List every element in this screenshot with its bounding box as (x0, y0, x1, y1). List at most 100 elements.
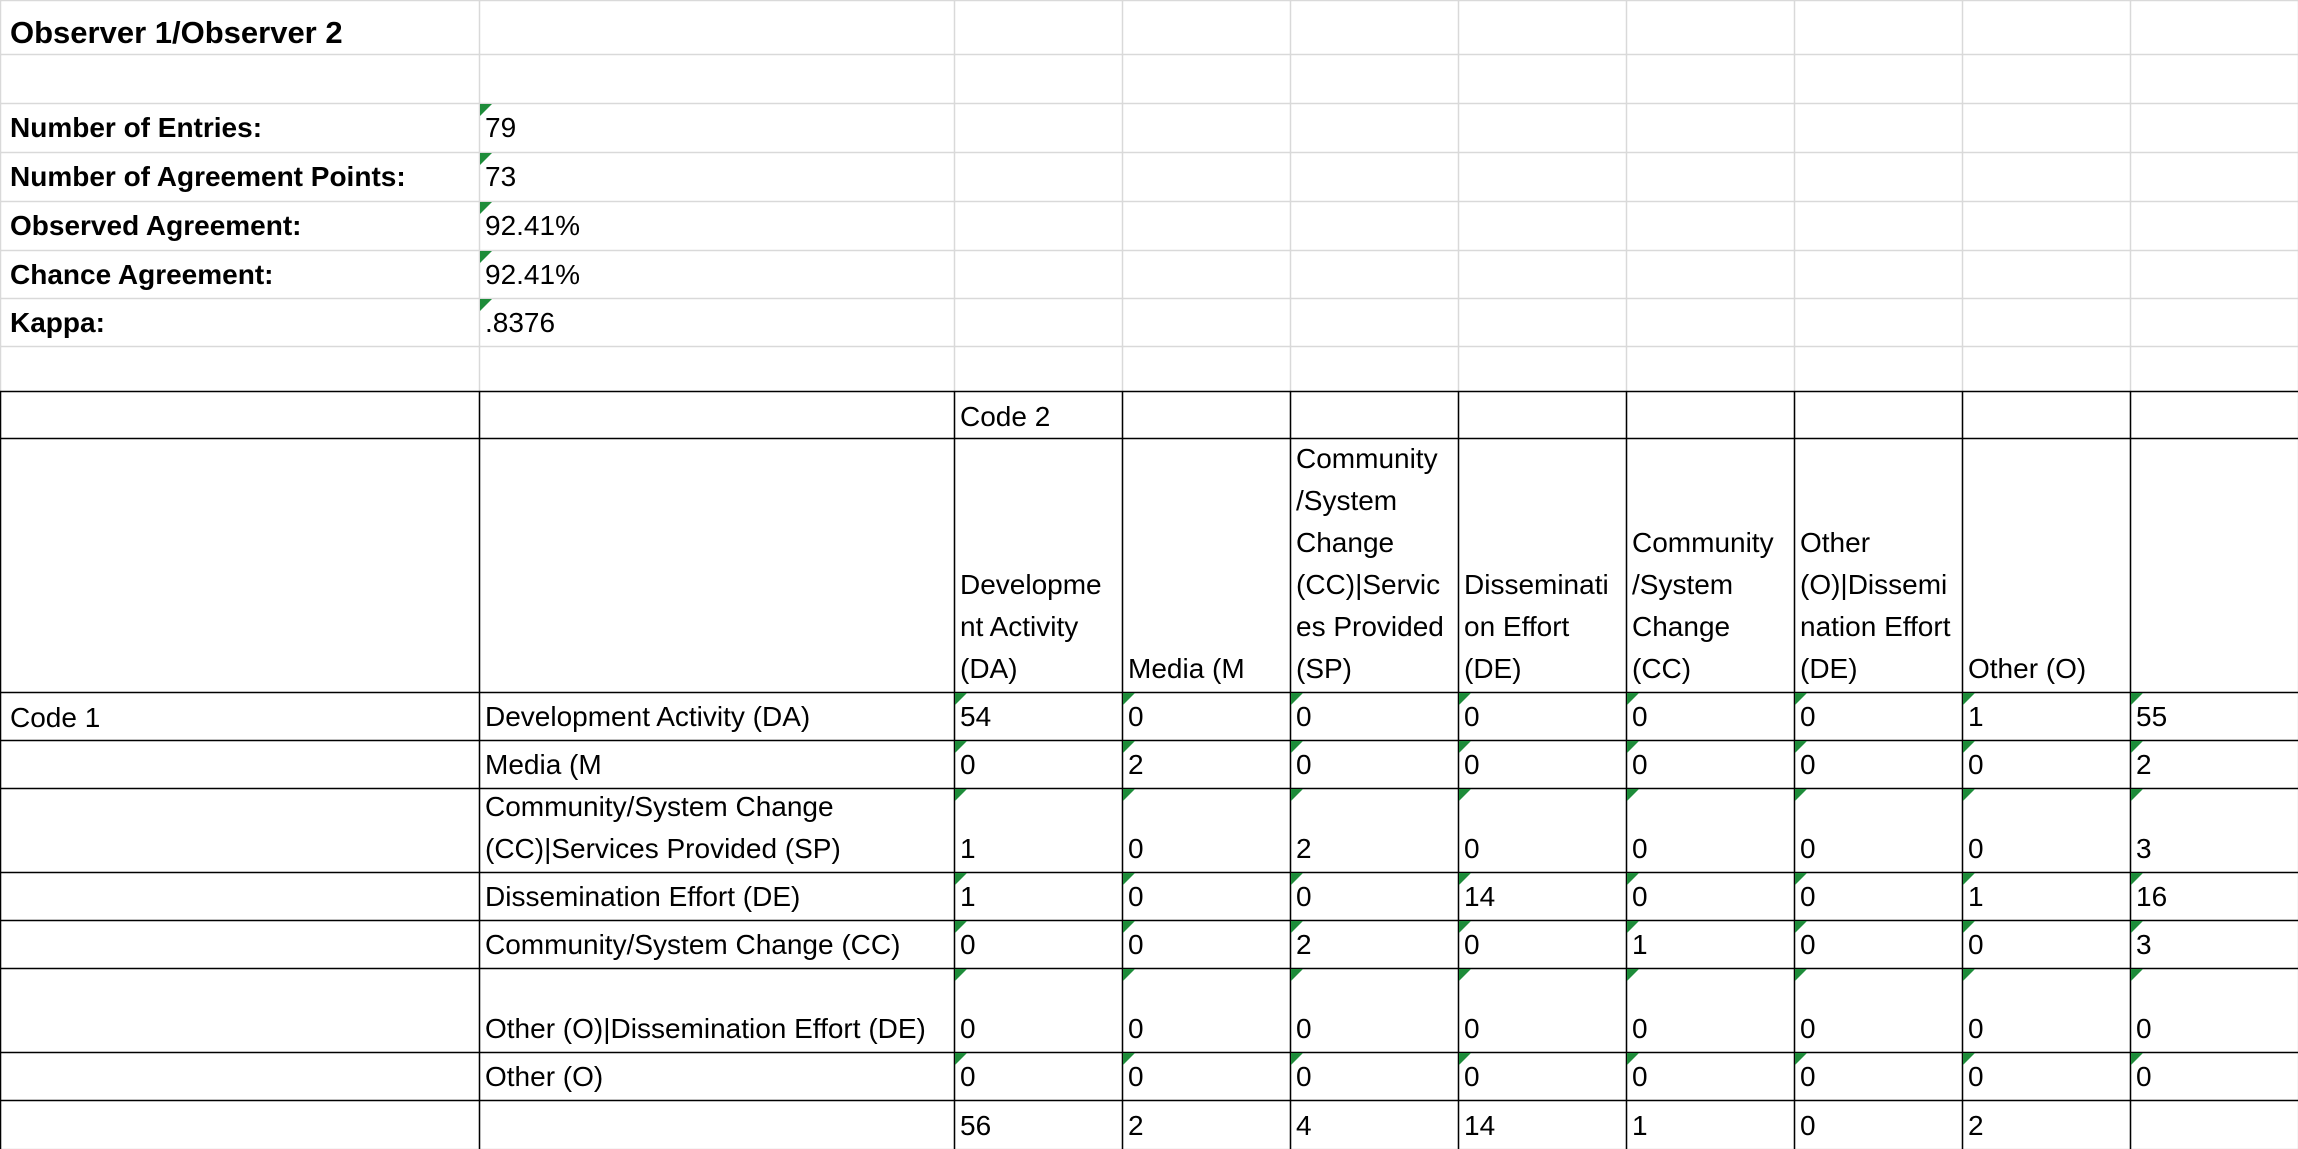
matrix-cell[interactable]: 0 (1626, 740, 1794, 788)
matrix-cell[interactable]: 3 (2130, 788, 2298, 872)
column-header[interactable] (2130, 438, 2298, 692)
row-header[interactable]: Media (M (479, 740, 949, 788)
row-header-label[interactable]: Code 1 (4, 697, 474, 739)
matrix-cell[interactable]: 1 (1962, 872, 2130, 920)
row-header[interactable]: Other (O) (479, 1052, 949, 1100)
matrix-cell[interactable]: 0 (1794, 872, 1962, 920)
matrix-cell[interactable]: 1 (954, 788, 1122, 872)
matrix-cell[interactable]: 14 (1458, 872, 1626, 920)
matrix-cell[interactable]: 0 (1626, 1052, 1794, 1100)
matrix-cell[interactable]: 0 (1290, 740, 1458, 788)
error-indicator-icon (1963, 873, 1975, 885)
row-header[interactable]: Dissemination Effort (DE) (479, 872, 949, 920)
row-header[interactable]: Development Activity (DA) (479, 692, 949, 740)
matrix-cell[interactable]: 0 (2130, 1052, 2298, 1100)
summary-label[interactable]: Number of Agreement Points: (4, 156, 474, 198)
summary-value[interactable]: .8376 (479, 302, 949, 344)
matrix-cell[interactable]: 0 (1794, 1052, 1962, 1100)
matrix-cell[interactable]: 55 (2130, 692, 2298, 740)
summary-value[interactable]: 73 (479, 156, 949, 198)
matrix-cell[interactable]: 16 (2130, 872, 2298, 920)
total-cell[interactable]: 2 (1962, 1100, 2130, 1149)
column-header[interactable]: Community /System Change (CC)|Servic es … (1290, 438, 1458, 692)
matrix-cell[interactable]: 0 (954, 740, 1122, 788)
matrix-cell[interactable]: 0 (1290, 692, 1458, 740)
matrix-cell[interactable]: 0 (1794, 740, 1962, 788)
error-indicator-icon (1123, 873, 1135, 885)
matrix-cell[interactable]: 0 (1290, 872, 1458, 920)
matrix-cell[interactable]: 0 (954, 920, 1122, 968)
matrix-cell[interactable]: 0 (1962, 968, 2130, 1052)
matrix-cell[interactable]: 0 (1122, 788, 1290, 872)
matrix-cell[interactable]: 0 (1962, 788, 2130, 872)
column-header[interactable]: Developme nt Activity (DA) (954, 438, 1122, 692)
matrix-cell[interactable]: 0 (1794, 692, 1962, 740)
matrix-cell[interactable]: 0 (1122, 920, 1290, 968)
matrix-cell[interactable]: 0 (1458, 740, 1626, 788)
summary-label[interactable]: Number of Entries: (4, 107, 474, 149)
error-indicator-icon (955, 1053, 967, 1065)
matrix-cell[interactable]: 0 (1122, 968, 1290, 1052)
matrix-cell[interactable]: 0 (1962, 1052, 2130, 1100)
column-header[interactable]: Other (O) (1962, 438, 2130, 692)
row-header[interactable]: Community/System Change (CC) (479, 920, 949, 968)
matrix-cell[interactable]: 2 (1122, 740, 1290, 788)
error-indicator-icon (1123, 741, 1135, 753)
total-cell[interactable]: 14 (1458, 1100, 1626, 1149)
matrix-cell[interactable]: 0 (1962, 920, 2130, 968)
matrix-cell[interactable]: 0 (1122, 1052, 1290, 1100)
matrix-cell[interactable]: 0 (1458, 920, 1626, 968)
summary-label[interactable]: Kappa: (4, 302, 474, 344)
matrix-cell[interactable]: 0 (1122, 692, 1290, 740)
column-header[interactable]: Disseminati on Effort (DE) (1458, 438, 1626, 692)
error-indicator-icon (955, 741, 967, 753)
matrix-cell[interactable]: 0 (1794, 920, 1962, 968)
error-indicator-icon (1459, 1053, 1471, 1065)
row-header[interactable]: Community/System Change (CC)|Services Pr… (479, 788, 949, 872)
summary-label[interactable]: Chance Agreement: (4, 254, 474, 296)
matrix-cell[interactable]: 0 (1626, 788, 1794, 872)
summary-value[interactable]: 92.41% (479, 254, 949, 296)
matrix-cell[interactable]: 2 (2130, 740, 2298, 788)
matrix-cell[interactable]: 0 (1290, 968, 1458, 1052)
total-cell[interactable]: 1 (1626, 1100, 1794, 1149)
matrix-cell[interactable]: 0 (2130, 968, 2298, 1052)
total-cell[interactable]: 0 (1794, 1100, 1962, 1149)
matrix-cell[interactable]: 1 (1962, 692, 2130, 740)
col-header-label[interactable]: Code 2 (954, 396, 1122, 438)
matrix-cell[interactable]: 0 (1458, 1052, 1626, 1100)
matrix-cell[interactable]: 54 (954, 692, 1122, 740)
matrix-cell[interactable]: 0 (1458, 692, 1626, 740)
matrix-cell[interactable]: 0 (1626, 692, 1794, 740)
matrix-cell[interactable]: 0 (1626, 872, 1794, 920)
matrix-cell[interactable]: 0 (1962, 740, 2130, 788)
matrix-cell[interactable]: 0 (1290, 1052, 1458, 1100)
matrix-cell[interactable]: 3 (2130, 920, 2298, 968)
matrix-cell[interactable]: 2 (1290, 920, 1458, 968)
sheet-title[interactable]: Observer 1/Observer 2 (4, 12, 474, 54)
matrix-cell[interactable]: 0 (954, 968, 1122, 1052)
matrix-cell[interactable]: 1 (1626, 920, 1794, 968)
matrix-cell[interactable]: 2 (1290, 788, 1458, 872)
matrix-cell[interactable]: 1 (954, 872, 1122, 920)
column-header[interactable]: Community /System Change (CC) (1626, 438, 1794, 692)
matrix-cell[interactable]: 0 (1458, 968, 1626, 1052)
spreadsheet-grid[interactable]: Observer 1/Observer 2 Number of Entries:… (0, 0, 2298, 1149)
total-cell[interactable]: 4 (1290, 1100, 1458, 1149)
error-indicator-icon (1963, 693, 1975, 705)
column-header[interactable]: Media (M (1122, 438, 1290, 692)
matrix-cell[interactable]: 0 (1794, 968, 1962, 1052)
summary-value[interactable]: 92.41% (479, 205, 949, 247)
total-cell[interactable]: 2 (1122, 1100, 1290, 1149)
summary-value[interactable]: 79 (479, 107, 949, 149)
matrix-cell[interactable]: 0 (1122, 872, 1290, 920)
total-cell[interactable]: 56 (954, 1100, 1122, 1149)
matrix-cell[interactable]: 0 (954, 1052, 1122, 1100)
matrix-cell[interactable]: 0 (1794, 788, 1962, 872)
summary-label[interactable]: Observed Agreement: (4, 205, 474, 247)
error-indicator-icon (1459, 789, 1471, 801)
matrix-cell[interactable]: 0 (1458, 788, 1626, 872)
column-header[interactable]: Other (O)|Dissemi nation Effort (DE) (1794, 438, 1962, 692)
row-header[interactable]: Other (O)|Dissemination Effort (DE) (479, 968, 949, 1052)
matrix-cell[interactable]: 0 (1626, 968, 1794, 1052)
